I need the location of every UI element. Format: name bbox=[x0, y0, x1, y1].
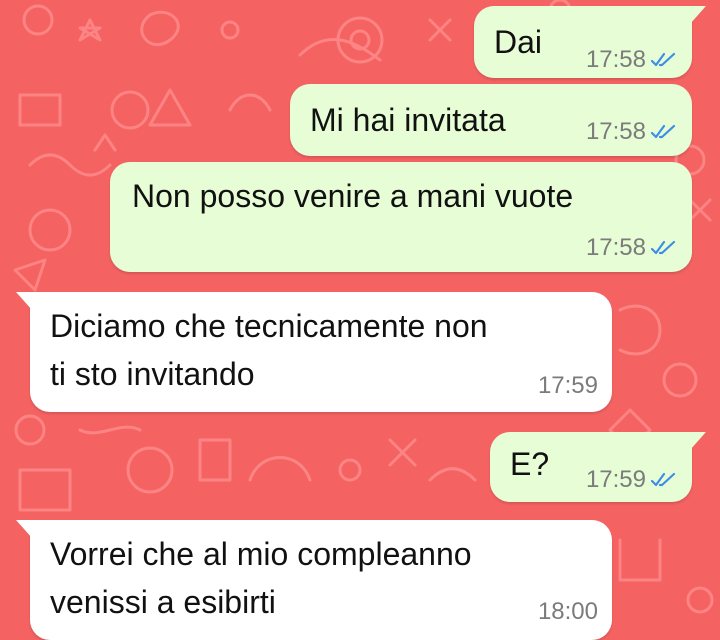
message-time: 17:58 bbox=[585, 118, 646, 145]
message-bubble-incoming[interactable]: Diciamo che tecnicamente non ti sto invi… bbox=[16, 292, 612, 412]
message-bubble-outgoing[interactable]: Dai 17:58 bbox=[474, 6, 706, 78]
message-time: 17:58 bbox=[585, 234, 646, 261]
bubble-tail bbox=[690, 432, 706, 450]
message-meta: 17:58 bbox=[586, 46, 678, 74]
message-bubble-outgoing[interactable]: Mi hai invitata 17:58 bbox=[290, 84, 692, 156]
bubble-tail bbox=[690, 6, 706, 24]
message-meta: 17:59 bbox=[586, 466, 678, 494]
double-check-read-icon bbox=[650, 472, 676, 487]
message-meta: 17:58 bbox=[586, 234, 678, 262]
double-check-read-icon bbox=[650, 52, 676, 67]
message-bubble-incoming[interactable]: Vorrei che al mio compleanno venissi a e… bbox=[16, 520, 612, 640]
message-time: 18:00 bbox=[537, 598, 598, 625]
message-time: 17:59 bbox=[537, 372, 598, 399]
message-text: Non posso venire a mani vuote bbox=[132, 178, 574, 214]
double-check-read-icon bbox=[650, 240, 676, 255]
message-text: Dai bbox=[494, 24, 543, 60]
message-meta: 17:59 bbox=[538, 372, 598, 400]
message-meta: 18:00 bbox=[538, 598, 598, 626]
message-bubble-outgoing[interactable]: E? 17:59 bbox=[490, 432, 706, 502]
double-check-read-icon bbox=[650, 124, 676, 139]
message-text-line: venissi a esibirti bbox=[50, 584, 276, 620]
message-bubble-outgoing[interactable]: Non posso venire a mani vuote 17:58 bbox=[110, 162, 692, 272]
message-text-line: Vorrei che al mio compleanno bbox=[50, 536, 472, 572]
message-time: 17:59 bbox=[585, 466, 646, 493]
message-time: 17:58 bbox=[585, 46, 646, 73]
bubble-tail bbox=[16, 292, 32, 310]
message-meta: 17:58 bbox=[586, 118, 678, 146]
message-text-line: Diciamo che tecnicamente non bbox=[50, 308, 488, 344]
message-text: Mi hai invitata bbox=[310, 102, 506, 138]
bubble-tail bbox=[16, 520, 32, 538]
message-text: E? bbox=[510, 446, 550, 482]
message-text-line: ti sto invitando bbox=[50, 356, 255, 392]
